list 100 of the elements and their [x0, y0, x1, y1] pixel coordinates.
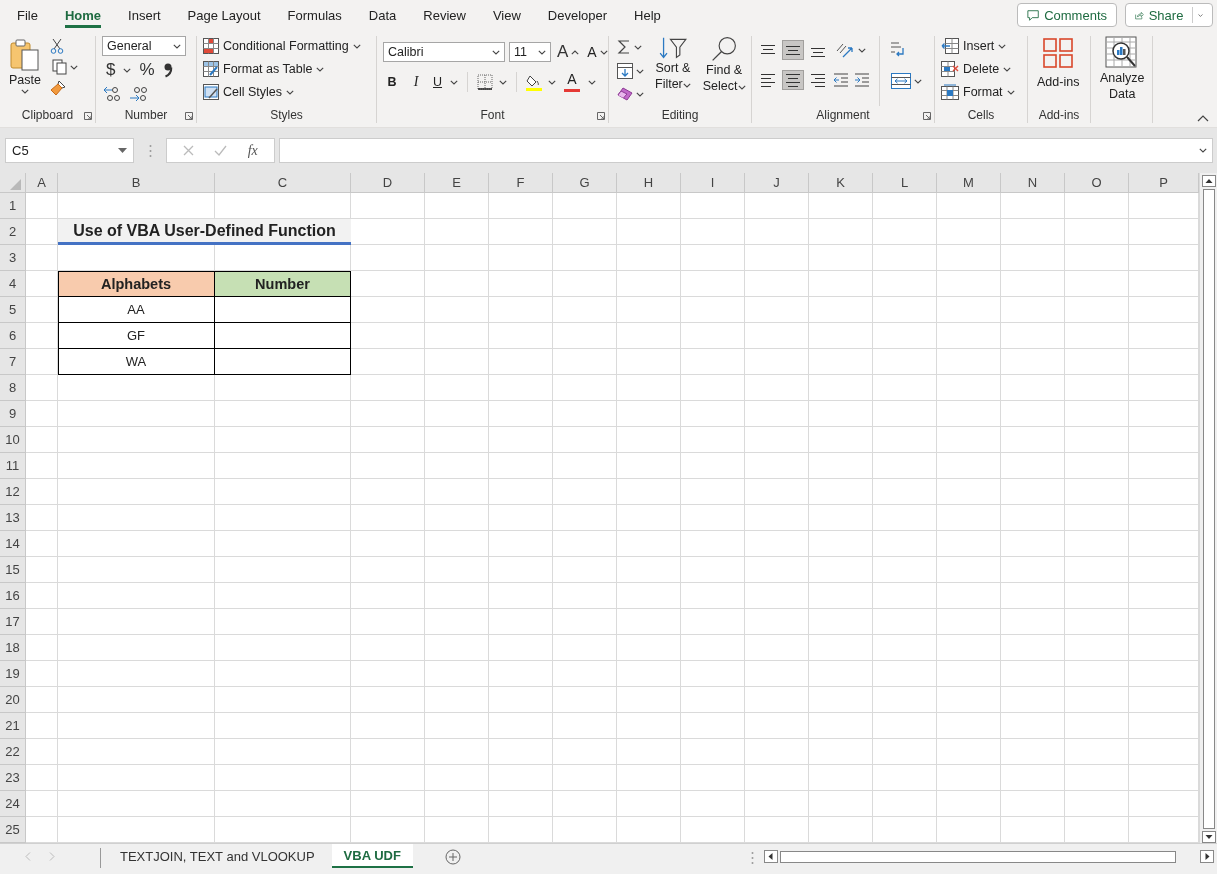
- row-header[interactable]: 12: [0, 479, 26, 505]
- row-header[interactable]: 16: [0, 583, 26, 609]
- row-header[interactable]: 14: [0, 531, 26, 557]
- name-box[interactable]: C5: [5, 138, 134, 163]
- analyze-data-button[interactable]: Analyze Data: [1097, 36, 1148, 107]
- row-header[interactable]: 7: [0, 349, 26, 375]
- row-header[interactable]: 19: [0, 661, 26, 687]
- paste-button[interactable]: Paste: [6, 36, 44, 107]
- increase-decimal-icon[interactable]: [102, 85, 122, 103]
- find-select-button[interactable]: Find & Select: [699, 36, 749, 107]
- merge-center-icon[interactable]: [891, 73, 911, 89]
- format-as-table-icon[interactable]: [203, 61, 219, 77]
- styles-command[interactable]: Cell Styles: [203, 82, 361, 102]
- cells-command[interactable]: Delete: [941, 59, 1015, 79]
- styles-command[interactable]: Conditional Formatting: [203, 36, 361, 56]
- row-header[interactable]: 11: [0, 453, 26, 479]
- add-sheet-icon[interactable]: [444, 849, 461, 865]
- row-header[interactable]: 6: [0, 323, 26, 349]
- row-header[interactable]: 4: [0, 271, 26, 297]
- scrollbar-thumb[interactable]: [779, 850, 1176, 863]
- row-header[interactable]: 21: [0, 713, 26, 739]
- sort-filter-icon[interactable]: [657, 36, 688, 60]
- column-header[interactable]: B: [58, 173, 215, 193]
- sort-filter-button[interactable]: Sort & Filter: [652, 36, 694, 107]
- row-header[interactable]: 15: [0, 557, 26, 583]
- add-ins-icon[interactable]: [1043, 38, 1074, 68]
- currency-button[interactable]: $: [106, 60, 116, 80]
- column-header[interactable]: F: [489, 173, 553, 193]
- column-header[interactable]: K: [809, 173, 873, 193]
- column-header[interactable]: G: [553, 173, 617, 193]
- underline-button[interactable]: U: [431, 74, 445, 90]
- bold-button[interactable]: B: [383, 74, 401, 90]
- ribbon-tab[interactable]: Review: [423, 0, 466, 30]
- row-header[interactable]: 13: [0, 505, 26, 531]
- dialog-launcher-icon[interactable]: [185, 112, 193, 120]
- sheet-tab[interactable]: VBA UDF: [331, 844, 413, 868]
- italic-button[interactable]: I: [407, 73, 425, 91]
- copy-icon[interactable]: [52, 59, 67, 75]
- scroll-right-icon[interactable]: [1199, 850, 1214, 863]
- increase-font-button[interactable]: A: [555, 41, 582, 63]
- font-family-dropdown[interactable]: Calibri: [383, 42, 505, 62]
- dialog-launcher-icon[interactable]: [84, 112, 92, 120]
- format-painter-icon[interactable]: [50, 80, 66, 96]
- ribbon-tab[interactable]: Developer: [547, 0, 608, 30]
- ribbon-tab[interactable]: Data: [368, 0, 397, 30]
- ribbon-tab[interactable]: Page Layout: [187, 0, 261, 30]
- ribbon-tab[interactable]: File: [17, 0, 38, 30]
- ribbon-tab[interactable]: Home: [64, 0, 102, 30]
- row-header[interactable]: 25: [0, 817, 26, 843]
- column-header[interactable]: N: [1001, 173, 1065, 193]
- row-header[interactable]: 18: [0, 635, 26, 661]
- horizontal-align-button[interactable]: [758, 71, 778, 89]
- column-header[interactable]: I: [681, 173, 745, 193]
- fill-down-icon[interactable]: [617, 63, 633, 79]
- styles-command[interactable]: Format as Table: [203, 59, 361, 79]
- scrollbar-thumb[interactable]: [1202, 189, 1215, 829]
- cell-styles-icon[interactable]: [203, 84, 219, 100]
- orientation-icon[interactable]: [835, 41, 855, 59]
- font-color-button[interactable]: A: [562, 71, 583, 93]
- column-header[interactable]: J: [745, 173, 809, 193]
- column-header[interactable]: D: [351, 173, 425, 193]
- row-header[interactable]: 23: [0, 765, 26, 791]
- dialog-launcher-icon[interactable]: [923, 112, 931, 120]
- dialog-launcher-icon[interactable]: [597, 112, 605, 120]
- eraser-icon[interactable]: [617, 87, 633, 101]
- row-header[interactable]: 8: [0, 375, 26, 401]
- row-header[interactable]: 17: [0, 609, 26, 635]
- insert-function-button[interactable]: fx: [247, 142, 258, 159]
- column-header[interactable]: H: [617, 173, 681, 193]
- column-header[interactable]: M: [937, 173, 1001, 193]
- row-header[interactable]: 3: [0, 245, 26, 271]
- ribbon-tab[interactable]: Insert: [128, 0, 161, 30]
- decrease-decimal-icon[interactable]: [128, 85, 148, 103]
- row-header[interactable]: 2: [0, 219, 26, 245]
- column-header[interactable]: A: [26, 173, 58, 193]
- font-size-dropdown[interactable]: 11: [509, 42, 551, 62]
- row-header[interactable]: 20: [0, 687, 26, 713]
- horizontal-align-button[interactable]: [808, 71, 828, 89]
- row-header[interactable]: 10: [0, 427, 26, 453]
- fill-color-icon[interactable]: [526, 73, 543, 91]
- scroll-down-icon[interactable]: [1201, 831, 1216, 843]
- comments-button[interactable]: Comments: [1017, 3, 1117, 27]
- ribbon-tab[interactable]: Help: [634, 0, 661, 30]
- column-header[interactable]: P: [1129, 173, 1199, 193]
- row-header[interactable]: 24: [0, 791, 26, 817]
- row-header[interactable]: 9: [0, 401, 26, 427]
- cells-command[interactable]: Format: [941, 82, 1015, 102]
- vertical-align-button[interactable]: [783, 41, 803, 59]
- row-header[interactable]: 1: [0, 193, 26, 219]
- cells-command[interactable]: Insert: [941, 36, 1015, 56]
- column-header[interactable]: E: [425, 173, 489, 193]
- search-icon[interactable]: [710, 36, 739, 62]
- share-button[interactable]: Share: [1125, 3, 1213, 27]
- column-header[interactable]: C: [215, 173, 351, 193]
- collapse-ribbon-icon[interactable]: [1197, 115, 1209, 122]
- row-header[interactable]: 22: [0, 739, 26, 765]
- format-cells-icon[interactable]: [941, 84, 959, 100]
- ribbon-tab[interactable]: Formulas: [287, 0, 342, 30]
- ribbon-tab[interactable]: View: [492, 0, 521, 30]
- scroll-left-icon[interactable]: [763, 850, 778, 863]
